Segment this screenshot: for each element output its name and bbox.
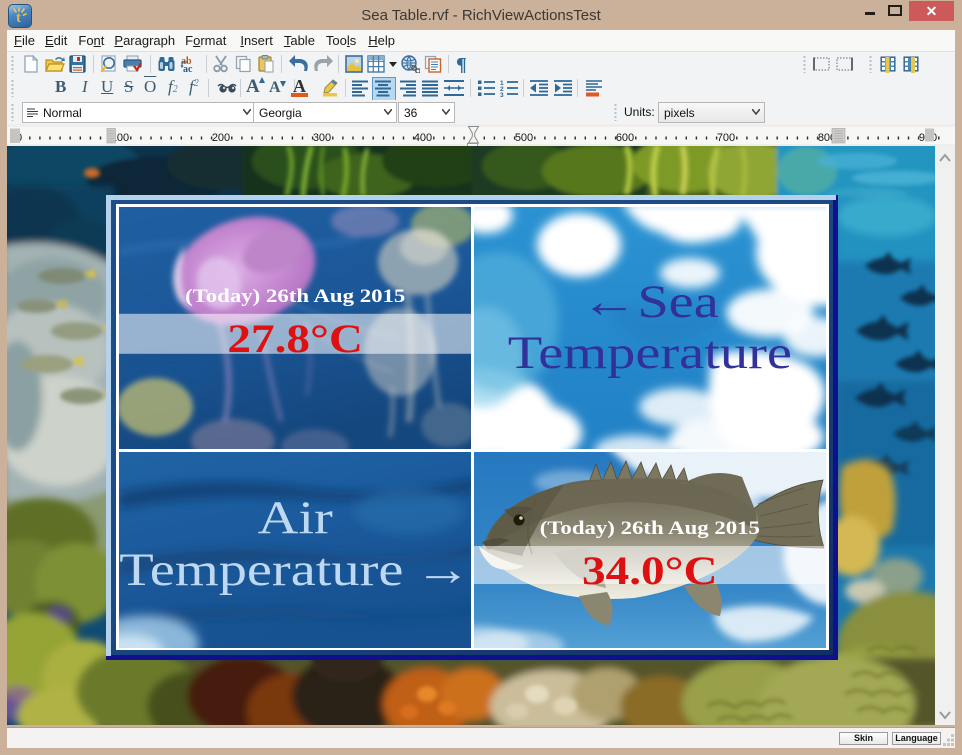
svg-text:3: 3 xyxy=(500,92,504,97)
svg-text:700: 700 xyxy=(717,132,735,144)
svg-text:500: 500 xyxy=(515,132,533,144)
svg-text:400: 400 xyxy=(414,132,432,144)
svg-text:300: 300 xyxy=(313,132,331,144)
svg-text:¶: ¶ xyxy=(456,55,467,73)
svg-text:200: 200 xyxy=(212,132,230,144)
svg-text:ac: ac xyxy=(183,64,193,73)
svg-text:600: 600 xyxy=(616,132,634,144)
